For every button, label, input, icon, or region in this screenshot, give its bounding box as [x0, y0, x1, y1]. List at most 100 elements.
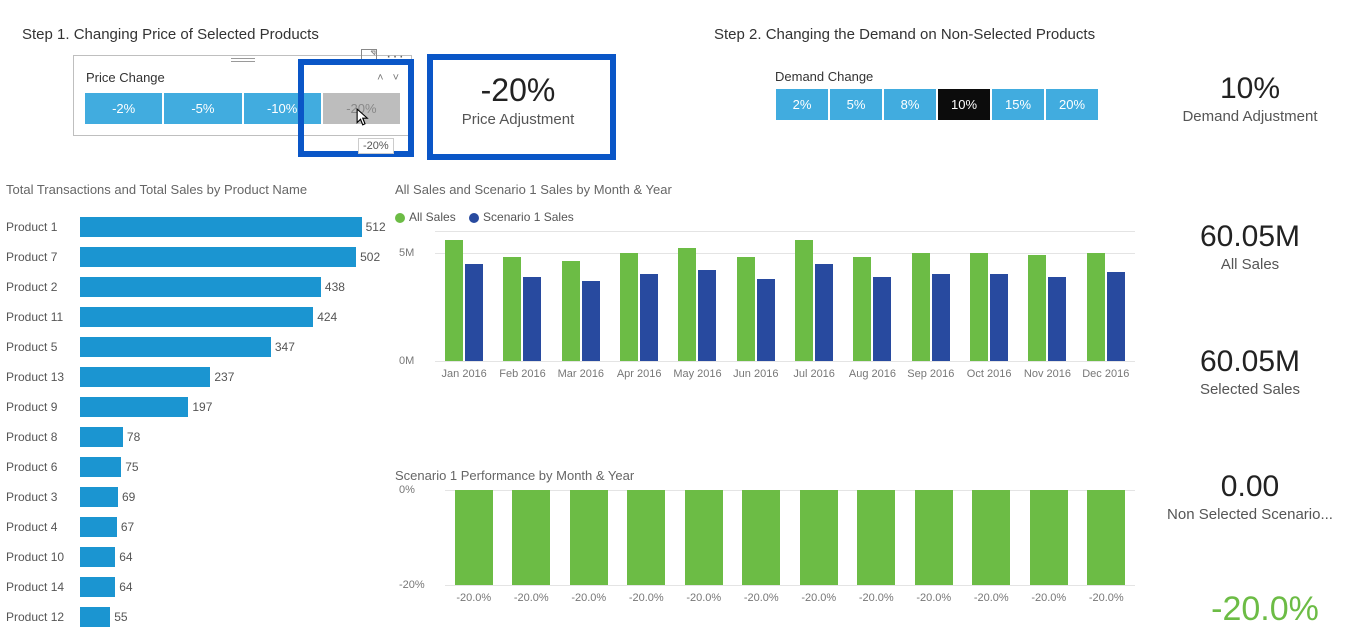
hbar-category: Product 8 — [6, 430, 80, 444]
scenario-bar[interactable] — [1087, 490, 1125, 585]
demand-change-option[interactable]: 10% — [937, 88, 991, 121]
column-group — [785, 231, 843, 361]
column-bar-scenario1[interactable] — [932, 274, 950, 361]
chevron-down-icon[interactable]: ˅ — [393, 72, 399, 84]
scenario-bar[interactable] — [800, 490, 838, 585]
hbar-row: Product 1464 — [6, 572, 366, 602]
hbar-bar[interactable] — [80, 307, 313, 327]
hbar-value-label: 75 — [121, 456, 138, 478]
column-bar-scenario1[interactable] — [1048, 277, 1066, 362]
scenario-column — [739, 490, 785, 585]
column-bar-allsales[interactable] — [562, 261, 580, 361]
scenario-column — [1026, 490, 1072, 585]
y-axis-label: 0% — [399, 484, 415, 496]
column-bar-scenario1[interactable] — [582, 281, 600, 361]
column-bar-scenario1[interactable] — [465, 264, 483, 362]
scenario-bar[interactable] — [915, 490, 953, 585]
scenario-data-label: -20.0% — [790, 592, 848, 604]
chevron-up-icon[interactable]: ˄ — [377, 72, 383, 84]
column-bar-scenario1[interactable] — [757, 279, 775, 361]
hbar-value-label: 64 — [115, 576, 132, 598]
hbar-bar[interactable] — [80, 337, 271, 357]
column-bar-scenario1[interactable] — [1107, 272, 1125, 361]
hbar-bar[interactable] — [80, 397, 188, 417]
x-axis-label: Apr 2016 — [610, 368, 668, 380]
grouped-column-chart[interactable]: All Sales Scenario 1 Sales 5M 0M Jan 201… — [395, 225, 1145, 415]
scenario-bar[interactable] — [570, 490, 608, 585]
demand-change-option[interactable]: 5% — [829, 88, 883, 121]
hbar-category: Product 4 — [6, 520, 80, 534]
column-bar-scenario1[interactable] — [873, 277, 891, 362]
scenario-bar[interactable] — [742, 490, 780, 585]
price-change-option[interactable]: -2% — [84, 92, 163, 125]
scenario-bar[interactable] — [857, 490, 895, 585]
column-bar-allsales[interactable] — [1028, 255, 1046, 361]
hbar-bar[interactable] — [80, 547, 115, 567]
x-axis-label: Oct 2016 — [960, 368, 1018, 380]
hbar-bar[interactable] — [80, 577, 115, 597]
hbar-value-label: 78 — [123, 426, 140, 448]
demand-change-option[interactable]: 2% — [775, 88, 829, 121]
column-bar-allsales[interactable] — [853, 257, 871, 361]
column-bar-scenario1[interactable] — [815, 264, 833, 362]
demand-change-option[interactable]: 20% — [1045, 88, 1099, 121]
more-options-icon[interactable]: ··· — [386, 48, 405, 66]
grouped-chart-title: All Sales and Scenario 1 Sales by Month … — [395, 182, 672, 197]
column-bar-allsales[interactable] — [445, 240, 463, 361]
scenario-data-label: -20.0% — [503, 592, 561, 604]
price-change-option[interactable]: -10% — [243, 92, 322, 125]
kpi-selected-sales: 60.05M Selected Sales — [1150, 345, 1350, 398]
scenario-bar[interactable] — [685, 490, 723, 585]
slicer-title: Price Change — [86, 70, 165, 85]
scenario-perf-chart[interactable]: 0% -20% -20.0%-20.0%-20.0%-20.0%-20.0%-2… — [395, 470, 1145, 630]
hbar-category: Product 1 — [6, 220, 80, 234]
hbar-bar[interactable] — [80, 367, 210, 387]
hbar-row: Product 467 — [6, 512, 366, 542]
column-bar-scenario1[interactable] — [698, 270, 716, 361]
kpi-price-adjustment: -20% Price Adjustment — [438, 72, 598, 128]
scenario-bar[interactable] — [512, 490, 550, 585]
hbar-row: Product 369 — [6, 482, 366, 512]
y-axis-label: -20% — [399, 579, 425, 591]
kpi-label: Non Selected Scenario... — [1150, 506, 1350, 523]
scenario-bar[interactable] — [455, 490, 493, 585]
scenario-column — [911, 490, 957, 585]
hbar-bar[interactable] — [80, 427, 123, 447]
column-bar-allsales[interactable] — [912, 253, 930, 361]
column-bar-scenario1[interactable] — [990, 274, 1008, 361]
demand-change-slicer[interactable]: 2%5%8%10%15%20% — [775, 88, 1099, 121]
hbar-bar[interactable] — [80, 607, 110, 627]
demand-change-option[interactable]: 8% — [883, 88, 937, 121]
column-bar-scenario1[interactable] — [523, 277, 541, 362]
column-bar-allsales[interactable] — [620, 253, 638, 361]
x-axis-label: Aug 2016 — [843, 368, 901, 380]
scenario-bar[interactable] — [627, 490, 665, 585]
hbar-row: Product 1064 — [6, 542, 366, 572]
kpi-label: Demand Adjustment — [1150, 108, 1350, 125]
column-bar-scenario1[interactable] — [640, 274, 658, 361]
drag-handle-icon[interactable] — [231, 57, 255, 63]
column-group — [960, 231, 1018, 361]
hbar-row: Product 7502 — [6, 242, 366, 272]
hbar-value-label: 64 — [115, 546, 132, 568]
hbar-bar[interactable] — [80, 217, 362, 237]
hbar-bar[interactable] — [80, 457, 121, 477]
price-change-option[interactable]: -5% — [163, 92, 242, 125]
column-bar-allsales[interactable] — [503, 257, 521, 361]
focus-mode-icon[interactable] — [361, 48, 377, 60]
hbar-row: Product 8 78 — [6, 422, 366, 452]
column-bar-allsales[interactable] — [678, 248, 696, 361]
scenario-column — [624, 490, 670, 585]
hbar-bar[interactable] — [80, 277, 321, 297]
hbar-bar[interactable] — [80, 517, 117, 537]
hbar-bar[interactable] — [80, 247, 356, 267]
scenario-bar[interactable] — [1030, 490, 1068, 585]
scenario-bar[interactable] — [972, 490, 1010, 585]
column-bar-allsales[interactable] — [970, 253, 988, 361]
hbar-bar[interactable] — [80, 487, 118, 507]
column-bar-allsales[interactable] — [737, 257, 755, 361]
column-bar-allsales[interactable] — [795, 240, 813, 361]
hbar-chart[interactable]: Product 1512Product 7502Product 2438Prod… — [6, 212, 366, 632]
column-bar-allsales[interactable] — [1087, 253, 1105, 361]
demand-change-option[interactable]: 15% — [991, 88, 1045, 121]
